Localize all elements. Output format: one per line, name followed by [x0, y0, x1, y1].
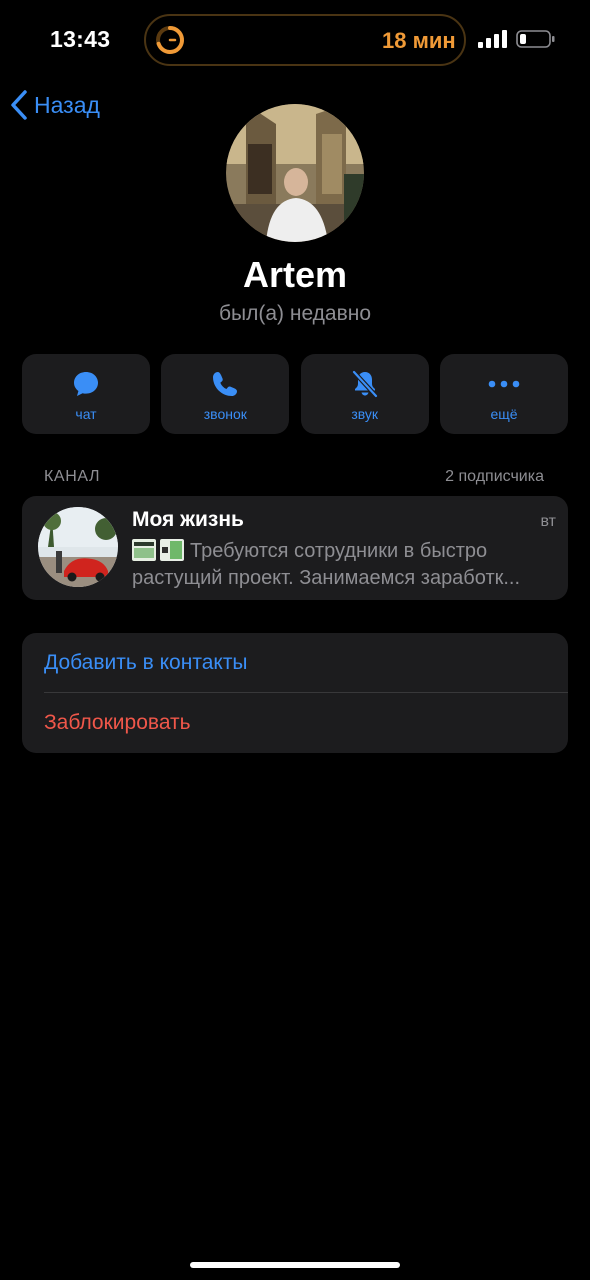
phone-icon	[210, 368, 240, 400]
chevron-left-icon	[11, 90, 27, 120]
profile-avatar[interactable]	[226, 104, 364, 242]
channel-avatar-photo	[38, 507, 118, 587]
channel-card[interactable]: Моя жизнь вт Требуются сотрудники в быст…	[22, 496, 568, 600]
channel-section-header: КАНАЛ	[44, 468, 101, 485]
timer-icon	[156, 26, 184, 54]
bell-slash-icon	[350, 368, 380, 400]
avatar-photo	[226, 104, 364, 242]
contact-actions-list: Добавить в контакты Заблокировать	[22, 633, 568, 753]
chat-button-label: чат	[75, 406, 97, 422]
more-button[interactable]: ещё	[439, 354, 568, 434]
more-dots-icon	[488, 368, 520, 400]
action-buttons: чат звонок звук ещё	[22, 354, 568, 434]
profile-name: Artem	[242, 254, 348, 295]
channel-preview-text: Требуются сотрудники в быстро растущий п…	[132, 540, 521, 589]
back-label: Назад	[34, 91, 100, 118]
channel-subscriber-count: 2 подписчика	[445, 468, 544, 485]
chat-button[interactable]: чат	[22, 354, 150, 434]
cellular-signal-icon	[478, 30, 507, 48]
mute-button-label: звук	[351, 406, 378, 422]
battery-icon	[516, 30, 555, 48]
block-user-label: Заблокировать	[44, 711, 191, 734]
add-to-contacts-button[interactable]: Добавить в контакты	[22, 633, 568, 693]
block-user-button[interactable]: Заблокировать	[22, 693, 568, 753]
home-indicator[interactable]	[190, 1262, 400, 1268]
timer-label: 18 мин	[382, 28, 456, 53]
post-media-thumbnails	[132, 539, 184, 561]
channel-last-post-day: вт	[540, 513, 556, 530]
add-to-contacts-label: Добавить в контакты	[44, 651, 248, 674]
channel-avatar	[38, 507, 118, 587]
chat-bubble-icon	[72, 368, 100, 400]
channel-title: Моя жизнь	[132, 508, 244, 531]
mute-button[interactable]: звук	[300, 354, 429, 434]
profile-last-seen: был(а) недавно	[218, 302, 372, 325]
more-button-label: ещё	[490, 406, 518, 422]
status-time: 13:43	[50, 26, 111, 52]
call-button[interactable]: звонок	[161, 354, 290, 434]
call-button-label: звонок	[203, 406, 247, 422]
back-button[interactable]: Назад	[10, 88, 100, 122]
